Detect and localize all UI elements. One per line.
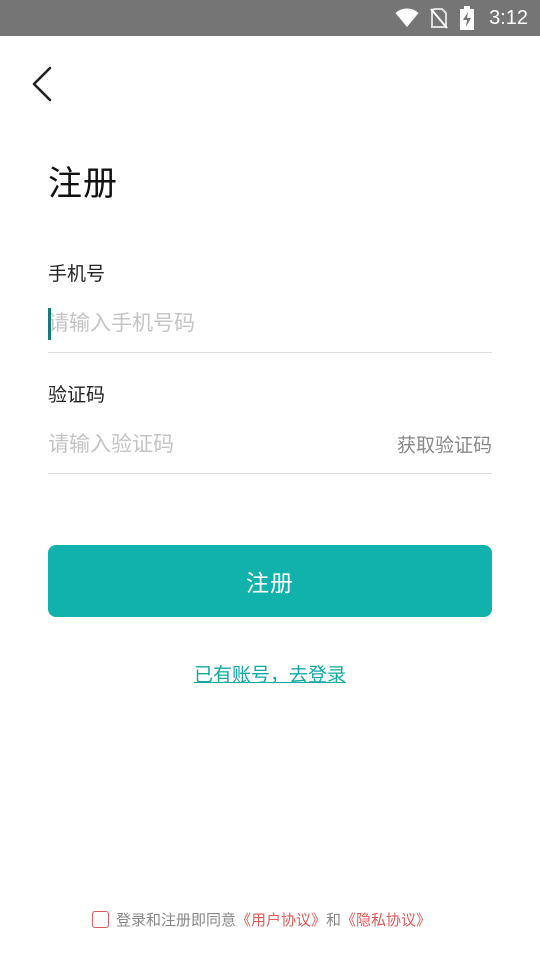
battery-charging-icon bbox=[460, 6, 475, 30]
phone-input[interactable] bbox=[48, 310, 492, 335]
agreement-and: 和 bbox=[326, 910, 342, 929]
phone-label: 手机号 bbox=[48, 263, 106, 285]
code-label: 验证码 bbox=[48, 384, 106, 406]
login-link[interactable]: 已有账号，去登录 bbox=[0, 660, 540, 687]
no-sim-icon bbox=[430, 8, 448, 29]
back-arrow-icon bbox=[32, 66, 52, 102]
phone-field-container bbox=[48, 293, 492, 353]
status-time: 3:12 bbox=[489, 6, 528, 29]
register-button[interactable]: 注册 bbox=[48, 545, 492, 617]
agreement-checkbox[interactable] bbox=[92, 910, 109, 928]
agreement-prefix: 登录和注册即同意 bbox=[116, 910, 237, 929]
page-title: 注册 bbox=[48, 164, 118, 204]
user-agreement-link[interactable]: 《用户协议》 bbox=[236, 909, 326, 930]
wifi-icon bbox=[395, 8, 419, 27]
status-bar: 3:12 bbox=[0, 0, 540, 36]
agreement-row: 登录和注册即同意 《用户协议》 和 《隐私协议》 bbox=[92, 907, 431, 931]
back-button[interactable] bbox=[22, 62, 62, 106]
code-field-container: 获取验证码 bbox=[48, 414, 492, 474]
get-code-button[interactable]: 获取验证码 bbox=[397, 430, 492, 457]
text-cursor bbox=[48, 308, 51, 340]
privacy-policy-link[interactable]: 《隐私协议》 bbox=[341, 909, 431, 930]
